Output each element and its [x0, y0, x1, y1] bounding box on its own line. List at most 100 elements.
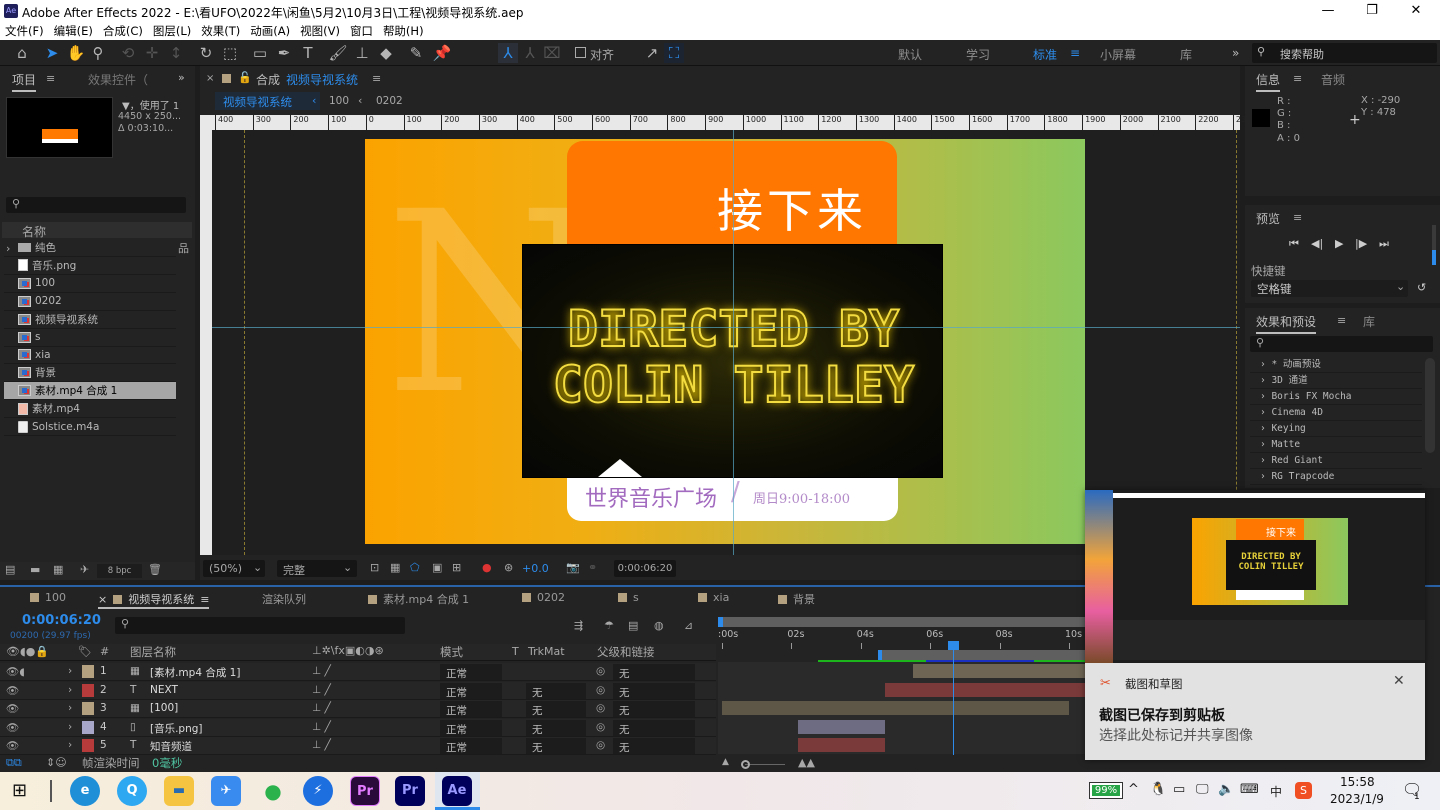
panel-menu-icon[interactable]: ≡ — [1293, 72, 1302, 85]
switches[interactable]: ⊥ ╱ — [312, 739, 331, 751]
snapshot-icon[interactable]: 📷 — [566, 561, 580, 574]
volume-icon[interactable]: 🔈 — [1218, 782, 1234, 797]
layer-bar[interactable] — [885, 682, 1088, 697]
menu-item[interactable]: 图层(L) — [153, 23, 191, 39]
rectangle-tool-icon[interactable]: ▭ — [250, 43, 270, 63]
zoom-in-icon[interactable]: ▲▲ — [798, 756, 815, 769]
trkmat-dropdown[interactable]: 无 — [526, 701, 586, 717]
tab-info[interactable]: 信息 — [1256, 71, 1281, 92]
switches[interactable]: ⊥ ╱ — [312, 721, 331, 733]
project-search-input[interactable]: ⚲ — [6, 197, 186, 213]
sogou-icon[interactable]: S — [1295, 782, 1312, 799]
breadcrumb-active[interactable]: 视频导视系统 ‹ — [215, 92, 320, 110]
work-area-bar[interactable] — [878, 650, 1088, 660]
tab-composition[interactable]: 视频导视系统 — [286, 71, 358, 88]
shortcut-dropdown[interactable]: 空格键 ⌄ — [1251, 280, 1408, 297]
pickwhip-icon[interactable]: ◎ — [596, 684, 605, 696]
first-frame-icon[interactable]: ⏮ — [1289, 237, 1299, 251]
workspace-1[interactable]: 学习 — [966, 46, 990, 63]
minimize-button[interactable]: — — [1308, 2, 1348, 20]
effects-item[interactable]: › Red Giant — [1250, 453, 1422, 469]
eye-icon[interactable]: 👁 — [6, 702, 19, 715]
pickwhip-icon[interactable]: ◎ — [596, 721, 605, 733]
switches[interactable]: ⊥ ╱ — [312, 702, 331, 714]
mode-dropdown[interactable]: 正常 — [440, 738, 502, 754]
project-item[interactable]: 音乐.png — [4, 257, 176, 275]
brush-tool-icon[interactable]: 🖌 — [328, 43, 348, 63]
layer-bar[interactable] — [798, 719, 886, 734]
pickwhip-icon[interactable]: ◎ — [596, 702, 605, 714]
hand-tool-icon[interactable]: ✋ — [66, 43, 86, 63]
frame-blending-icon[interactable]: ▤ — [628, 619, 638, 632]
panel-menu-icon[interactable]: ≡ — [1337, 314, 1346, 327]
puppet-pin-icon[interactable]: 📌 — [432, 43, 452, 63]
project-item[interactable]: 纯色 — [4, 239, 176, 257]
mode-dropdown[interactable]: 正常 — [440, 719, 502, 736]
switches[interactable]: ⊥ ╱ — [312, 684, 331, 696]
close-tab-icon[interactable]: × — [206, 73, 214, 84]
trkmat-dropdown[interactable]: 无 — [526, 682, 586, 699]
zoom-tool-icon[interactable]: ⚲ — [88, 43, 108, 63]
previous-frame-icon[interactable]: ◀| — [1311, 237, 1323, 250]
resolution-dropdown[interactable]: 完整 ⌄ — [277, 560, 357, 577]
device-icon[interactable]: ▭ — [1173, 782, 1185, 797]
close-icon[interactable]: ✕ — [1393, 673, 1405, 689]
layer-bar[interactable] — [912, 664, 1088, 678]
eye-icon[interactable]: 👁 — [6, 721, 19, 734]
pickwhip-icon[interactable]: ◎ — [596, 739, 605, 751]
interpret-footage-icon[interactable]: ▤ — [5, 563, 15, 576]
layer-name[interactable]: [100] — [150, 702, 178, 714]
battery-indicator[interactable]: 99% — [1089, 782, 1123, 799]
tab-effects-presets[interactable]: 效果和预设 — [1256, 313, 1317, 334]
taskbar-app-feishu[interactable]: ✈ — [211, 776, 241, 806]
pan-tool-icon[interactable]: ✛ — [142, 43, 162, 63]
label-color[interactable] — [82, 739, 94, 752]
menu-item[interactable]: 效果(T) — [201, 23, 240, 39]
project-item[interactable]: 素材.mp4 — [4, 400, 176, 419]
color-channels-icon[interactable]: ● — [482, 561, 492, 574]
trash-icon[interactable]: 🗑 — [148, 563, 162, 576]
timeline-timecode[interactable]: 0:00:06:20 — [22, 613, 101, 628]
effects-item[interactable]: › * 动画预设 — [1250, 357, 1422, 373]
keyboard-icon[interactable]: ⌨ — [1240, 782, 1259, 797]
parent-dropdown[interactable]: 无 — [613, 664, 695, 680]
comp-flowchart-icon[interactable]: ⇶ — [574, 619, 583, 632]
zoom-out-icon[interactable]: ▲ — [722, 757, 729, 767]
project-item[interactable]: 0202 — [4, 293, 176, 311]
label-color[interactable] — [82, 665, 94, 678]
eye-icon[interactable]: 👁 — [6, 684, 19, 697]
mode-dropdown[interactable]: 正常 — [440, 682, 502, 699]
layer-bar[interactable] — [722, 701, 1069, 715]
menu-item[interactable]: 文件(F) — [5, 23, 44, 39]
network-icon[interactable]: 🖵 — [1196, 782, 1209, 797]
composition-viewer[interactable]: N 接下来 世界音乐广场 / 周日9:00-18:00 DIRECTED BY … — [200, 130, 1240, 555]
windows-start-icon[interactable]: ⊞ — [12, 780, 27, 801]
effects-item[interactable]: › Keying — [1250, 421, 1422, 437]
close-tab-icon[interactable]: × — [98, 593, 107, 606]
new-comp-icon[interactable]: ▦ — [53, 563, 63, 576]
breadcrumb-item[interactable]: 100 — [329, 95, 349, 107]
zoom-dropdown[interactable]: (50%) ⌄ — [203, 560, 265, 577]
lock-icon[interactable]: 🔓 — [238, 71, 252, 84]
project-item[interactable]: 视频导视系统 — [4, 311, 176, 329]
guide-vertical[interactable] — [733, 130, 734, 555]
world-axis-icon[interactable]: ⅄ — [520, 43, 540, 63]
flowchart-icon[interactable]: 品 — [178, 240, 189, 256]
project-item[interactable]: 100 — [4, 275, 176, 293]
label-color[interactable] — [82, 720, 94, 734]
panel-menu-icon[interactable]: ≡ — [372, 72, 381, 85]
draft-3d-icon[interactable]: ☂ — [604, 619, 614, 632]
expand-chevron-icon[interactable]: › — [68, 665, 72, 677]
pickwhip-icon[interactable]: ◎ — [596, 665, 605, 677]
taskbar-app-premiere-pro[interactable]: Pr — [395, 776, 425, 806]
transparency-grid-icon[interactable]: ▦ — [390, 561, 400, 574]
tab-timeline-3[interactable]: 素材.mp4 合成 1 — [368, 591, 469, 607]
effects-item[interactable]: › RG Trapcode — [1250, 469, 1422, 485]
taskbar-app-premiere[interactable]: Pr — [350, 776, 380, 806]
playhead-line[interactable] — [953, 641, 955, 755]
ime-indicator[interactable]: 中 — [1270, 783, 1282, 800]
layer-row[interactable]: 👁 › 5 T 知音频道 ⊥ ╱ 正常 无 ◎ 无 — [0, 737, 716, 755]
workspace-menu-icon[interactable]: ≡ — [1070, 46, 1080, 60]
project-item[interactable]: xia — [4, 346, 176, 365]
clock-time[interactable]: 15:58 — [1340, 775, 1375, 789]
